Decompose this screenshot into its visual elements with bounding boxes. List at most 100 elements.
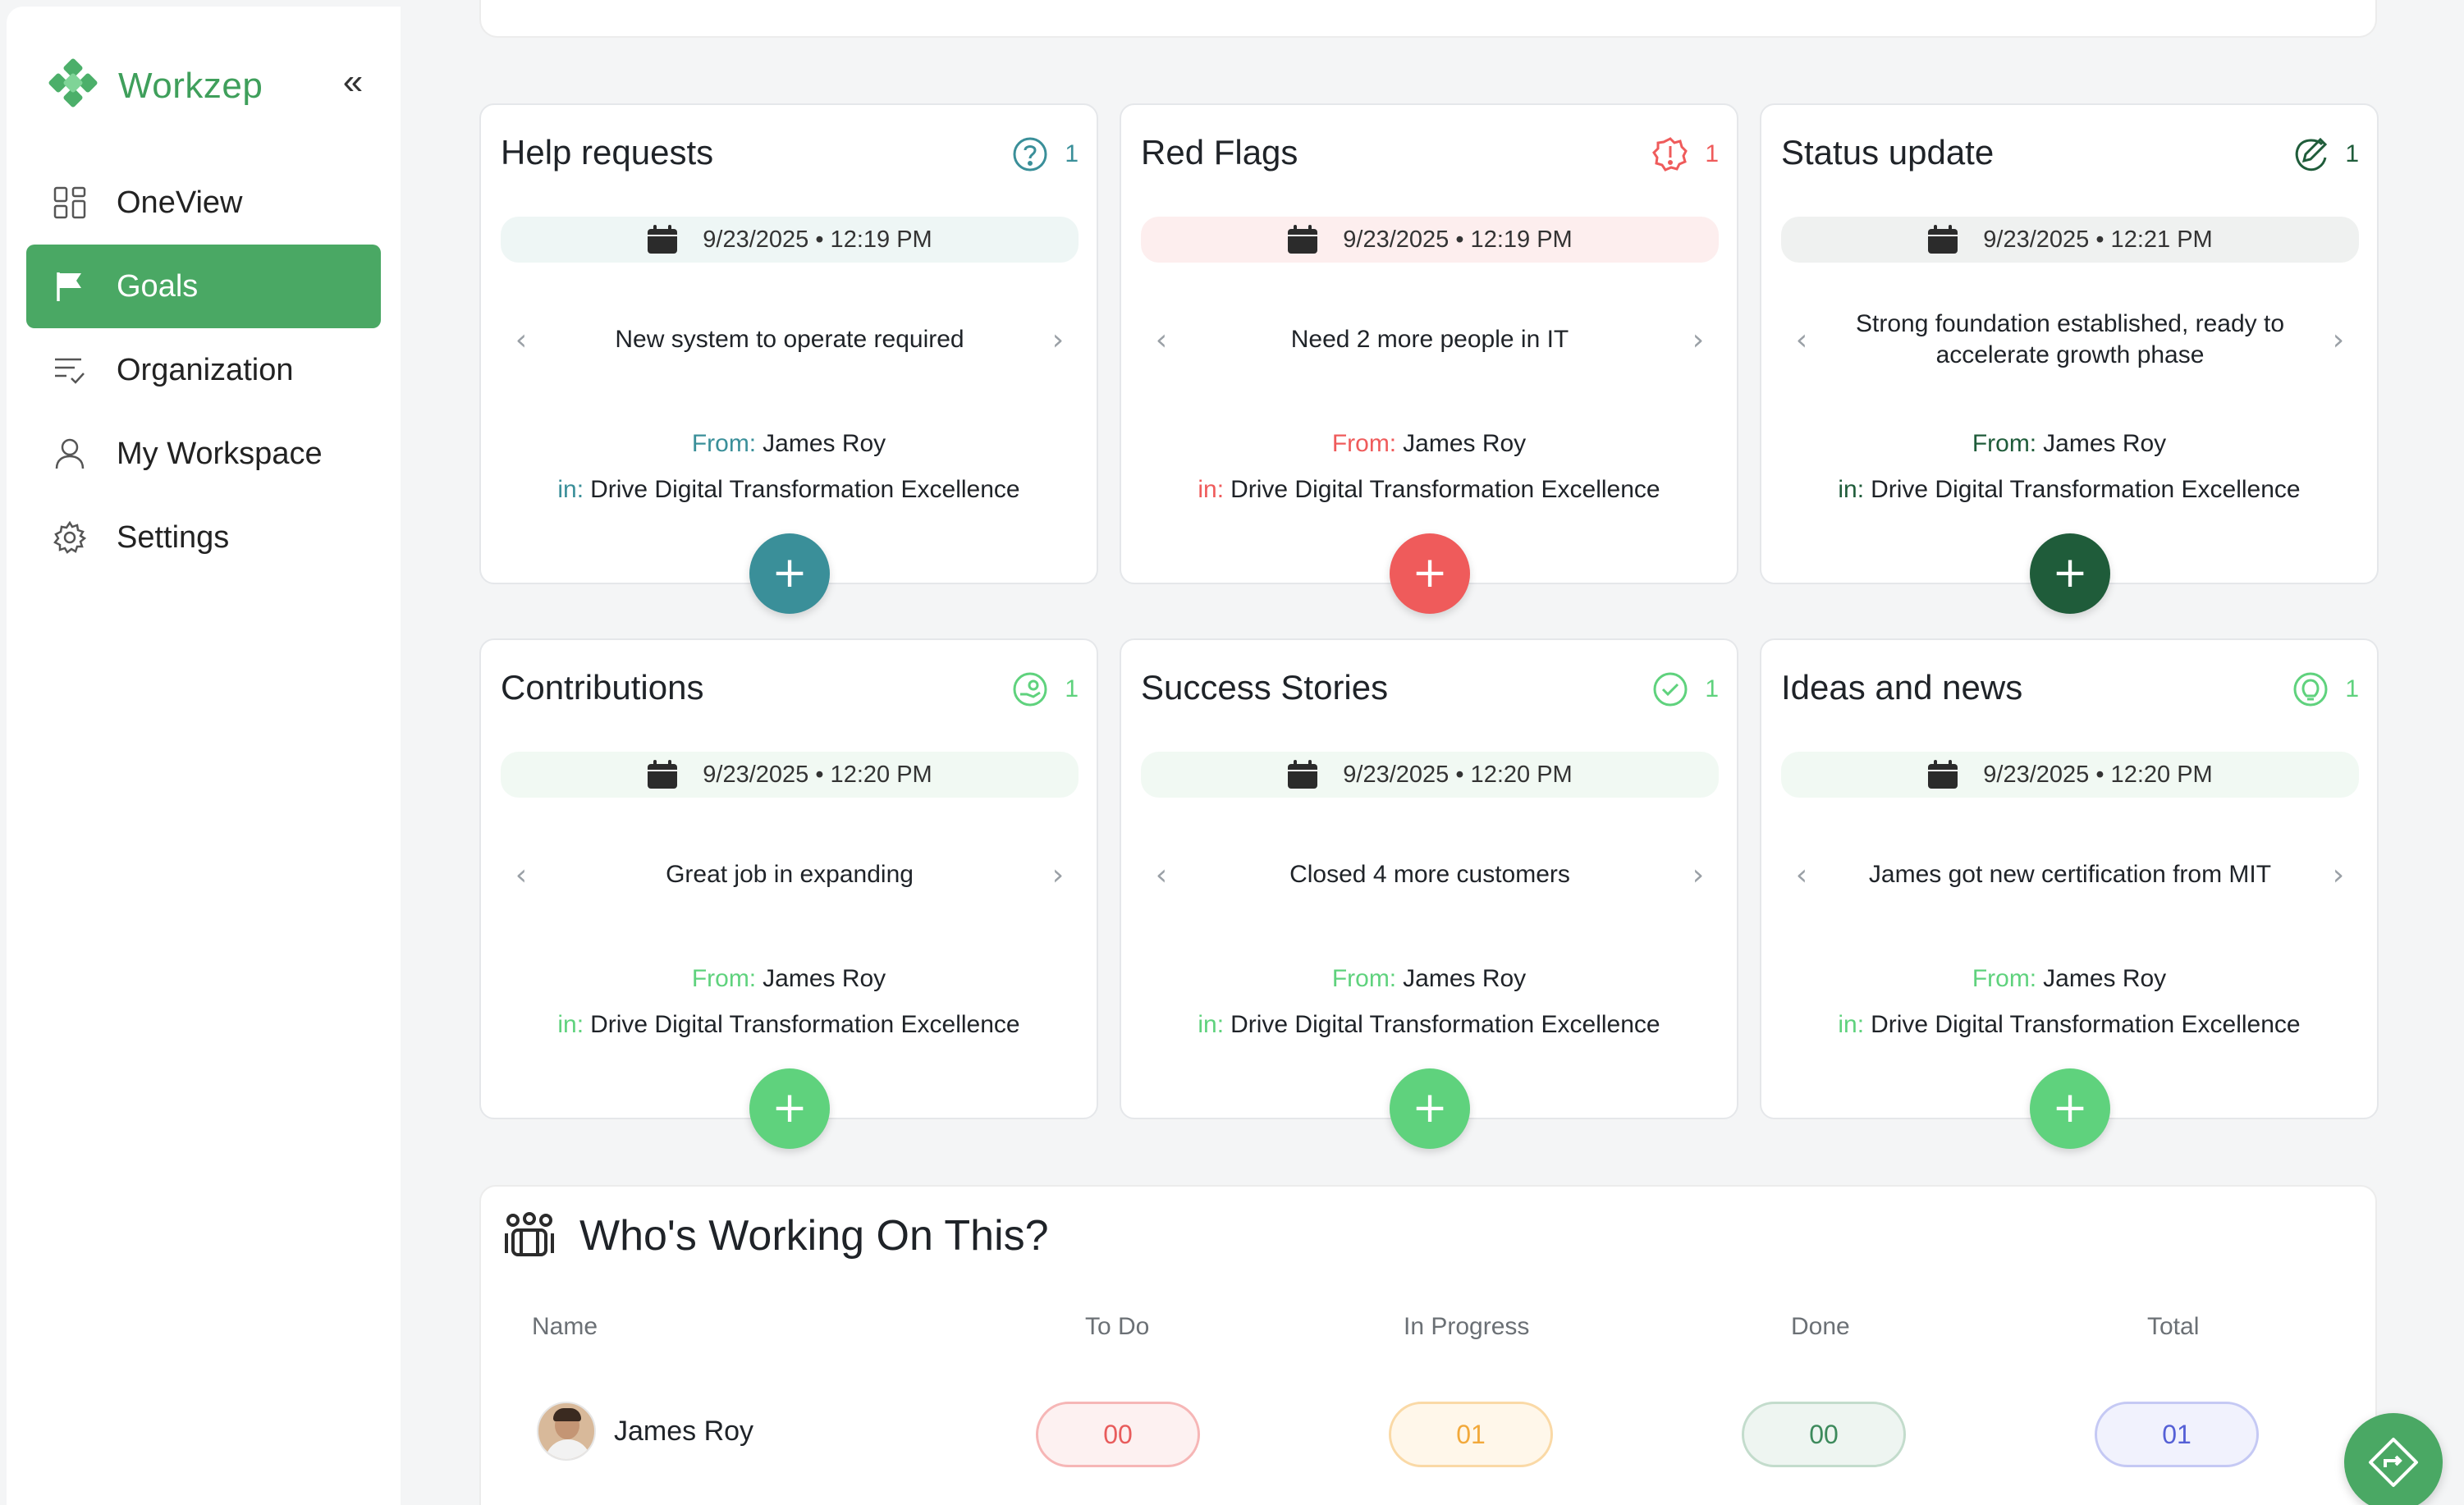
team-section: Who's Working On This? Name To Do In Pro… (479, 1185, 2377, 1505)
list-check-icon (51, 351, 89, 389)
gear-icon (51, 519, 89, 556)
date-text: 9/23/2025 • 12:19 PM (1343, 226, 1573, 253)
add-success-story-button[interactable]: + (1390, 1068, 1470, 1149)
floating-action-button[interactable] (2344, 1413, 2443, 1505)
message-text: Great job in expanding (666, 861, 914, 888)
from-name: James Roy (1403, 965, 1527, 992)
sidebar-item-my-workspace[interactable]: My Workspace (26, 412, 381, 496)
add-contribution-button[interactable]: + (749, 1068, 830, 1149)
date-pill: 9/23/2025 • 12:20 PM (1141, 752, 1719, 798)
goal-name[interactable]: Drive Digital Transformation Excellence (1230, 476, 1660, 503)
count-value: 1 (1065, 140, 1079, 167)
sidebar-item-oneview[interactable]: OneView (26, 161, 381, 245)
add-status-update-button[interactable]: + (2030, 533, 2110, 614)
in-progress-count-badge[interactable]: 01 (1389, 1402, 1553, 1467)
add-help-request-button[interactable]: + (749, 533, 830, 614)
sidebar-item-goals[interactable]: Goals (26, 245, 381, 328)
goal-name[interactable]: Drive Digital Transformation Excellence (1230, 1011, 1660, 1038)
team-title: Who's Working On This? (579, 1212, 1049, 1260)
chevron-left-icon[interactable]: ‹ (1141, 858, 1182, 892)
column-header-done: Done (1791, 1313, 1850, 1340)
message-text: Need 2 more people in IT (1290, 326, 1569, 353)
from-name: James Roy (2043, 430, 2167, 457)
card-title: Contributions (501, 668, 704, 707)
goal-name[interactable]: Drive Digital Transformation Excellence (1871, 476, 2301, 503)
in-label: in: (1838, 1011, 1865, 1038)
message-carousel: ‹ James got new certification from MIT › (1781, 829, 2359, 921)
chevron-right-icon[interactable]: › (2318, 323, 2359, 357)
goal-name[interactable]: Drive Digital Transformation Excellence (1871, 1011, 2301, 1038)
column-header-name: Name (532, 1313, 598, 1340)
card-count[interactable]: 1 (1652, 671, 1719, 707)
chevron-right-icon[interactable]: › (2318, 858, 2359, 892)
date-pill: 9/23/2025 • 12:19 PM (1141, 217, 1719, 263)
from-line: From: James Roy (481, 965, 1097, 993)
card-count[interactable]: 1 (2292, 671, 2359, 707)
date-pill: 9/23/2025 • 12:19 PM (501, 217, 1079, 263)
date-text: 9/23/2025 • 12:20 PM (1343, 761, 1573, 788)
todo-count-badge[interactable]: 00 (1036, 1402, 1200, 1467)
chevron-right-icon[interactable]: › (1037, 858, 1079, 892)
status-update-card: Status update 1 9/23/2025 • 12:21 PM ‹ S… (1760, 103, 2379, 614)
message-text: New system to operate required (615, 326, 964, 353)
card-count[interactable]: 1 (1012, 136, 1079, 172)
total-count-badge[interactable]: 01 (2095, 1402, 2259, 1467)
chevron-right-icon[interactable]: › (1678, 323, 1719, 357)
alert-icon (1652, 137, 1688, 172)
chevron-left-icon[interactable]: ‹ (1781, 858, 1822, 892)
calendar-icon (648, 225, 678, 254)
sidebar-item-label: My Workspace (117, 436, 323, 471)
sidebar-item-organization[interactable]: Organization (26, 328, 381, 412)
from-label: From: (691, 430, 757, 457)
from-name: James Roy (1403, 430, 1527, 457)
column-header-todo: To Do (1085, 1313, 1150, 1340)
red-flags-card: Red Flags 1 9/23/2025 • 12:19 PM ‹ Need … (1120, 103, 1738, 614)
user-icon (51, 435, 89, 473)
date-pill: 9/23/2025 • 12:20 PM (501, 752, 1079, 798)
brand[interactable]: Workzep (46, 57, 263, 113)
in-line: in: Drive Digital Transformation Excellen… (481, 476, 1097, 504)
check-circle-icon (1653, 672, 1688, 707)
done-count-badge[interactable]: 00 (1742, 1402, 1906, 1467)
card-title: Help requests (501, 133, 714, 172)
card-count[interactable]: 1 (1652, 136, 1719, 172)
chevron-left-icon[interactable]: ‹ (501, 858, 542, 892)
from-line: From: James Roy (1761, 965, 2377, 993)
chevron-right-icon[interactable]: › (1037, 323, 1079, 357)
card-title: Red Flags (1141, 133, 1298, 172)
table-row[interactable]: James Roy (537, 1402, 753, 1461)
chevron-left-icon[interactable]: ‹ (1781, 323, 1822, 357)
message-text: James got new certification from MIT (1868, 861, 2272, 888)
date-text: 9/23/2025 • 12:20 PM (703, 761, 932, 788)
help-requests-card: Help requests 1 9/23/2025 • 12:19 PM ‹ N… (479, 103, 1098, 614)
date-text: 9/23/2025 • 12:20 PM (1983, 761, 2213, 788)
in-line: in: Drive Digital Transformation Excellen… (1121, 1011, 1737, 1039)
goal-name[interactable]: Drive Digital Transformation Excellence (590, 1011, 1020, 1038)
add-red-flag-button[interactable]: + (1390, 533, 1470, 614)
success-stories-card: Success Stories 1 9/23/2025 • 12:20 PM ‹… (1120, 638, 1738, 1149)
chevron-left-icon[interactable]: ‹ (1141, 323, 1182, 357)
sidebar-item-settings[interactable]: Settings (26, 496, 381, 579)
add-idea-button[interactable]: + (2030, 1068, 2110, 1149)
count-value: 1 (2345, 675, 2359, 702)
edit-check-icon (2296, 137, 2328, 172)
workzep-logo-icon (46, 57, 100, 113)
card-count[interactable]: 1 (2292, 136, 2359, 172)
flag-icon (51, 268, 89, 305)
calendar-icon (1288, 760, 1318, 789)
chevron-right-icon[interactable]: › (1678, 858, 1719, 892)
message-carousel: ‹ Need 2 more people in IT › (1141, 294, 1719, 386)
collapse-sidebar-button[interactable]: « (335, 64, 371, 102)
top-panel (479, 0, 2377, 38)
in-line: in: Drive Digital Transformation Excellen… (1761, 476, 2377, 504)
in-line: in: Drive Digital Transformation Excellen… (1761, 1011, 2377, 1039)
chevron-left-icon[interactable]: ‹ (501, 323, 542, 357)
message-carousel: ‹ New system to operate required › (501, 294, 1079, 386)
avatar (537, 1402, 596, 1461)
card-title: Status update (1781, 133, 1995, 172)
card-count[interactable]: 1 (1012, 671, 1079, 707)
grid-icon (51, 184, 89, 222)
sidebar-item-label: Settings (117, 519, 230, 555)
goal-name[interactable]: Drive Digital Transformation Excellence (590, 476, 1020, 503)
calendar-icon (1928, 760, 1958, 789)
